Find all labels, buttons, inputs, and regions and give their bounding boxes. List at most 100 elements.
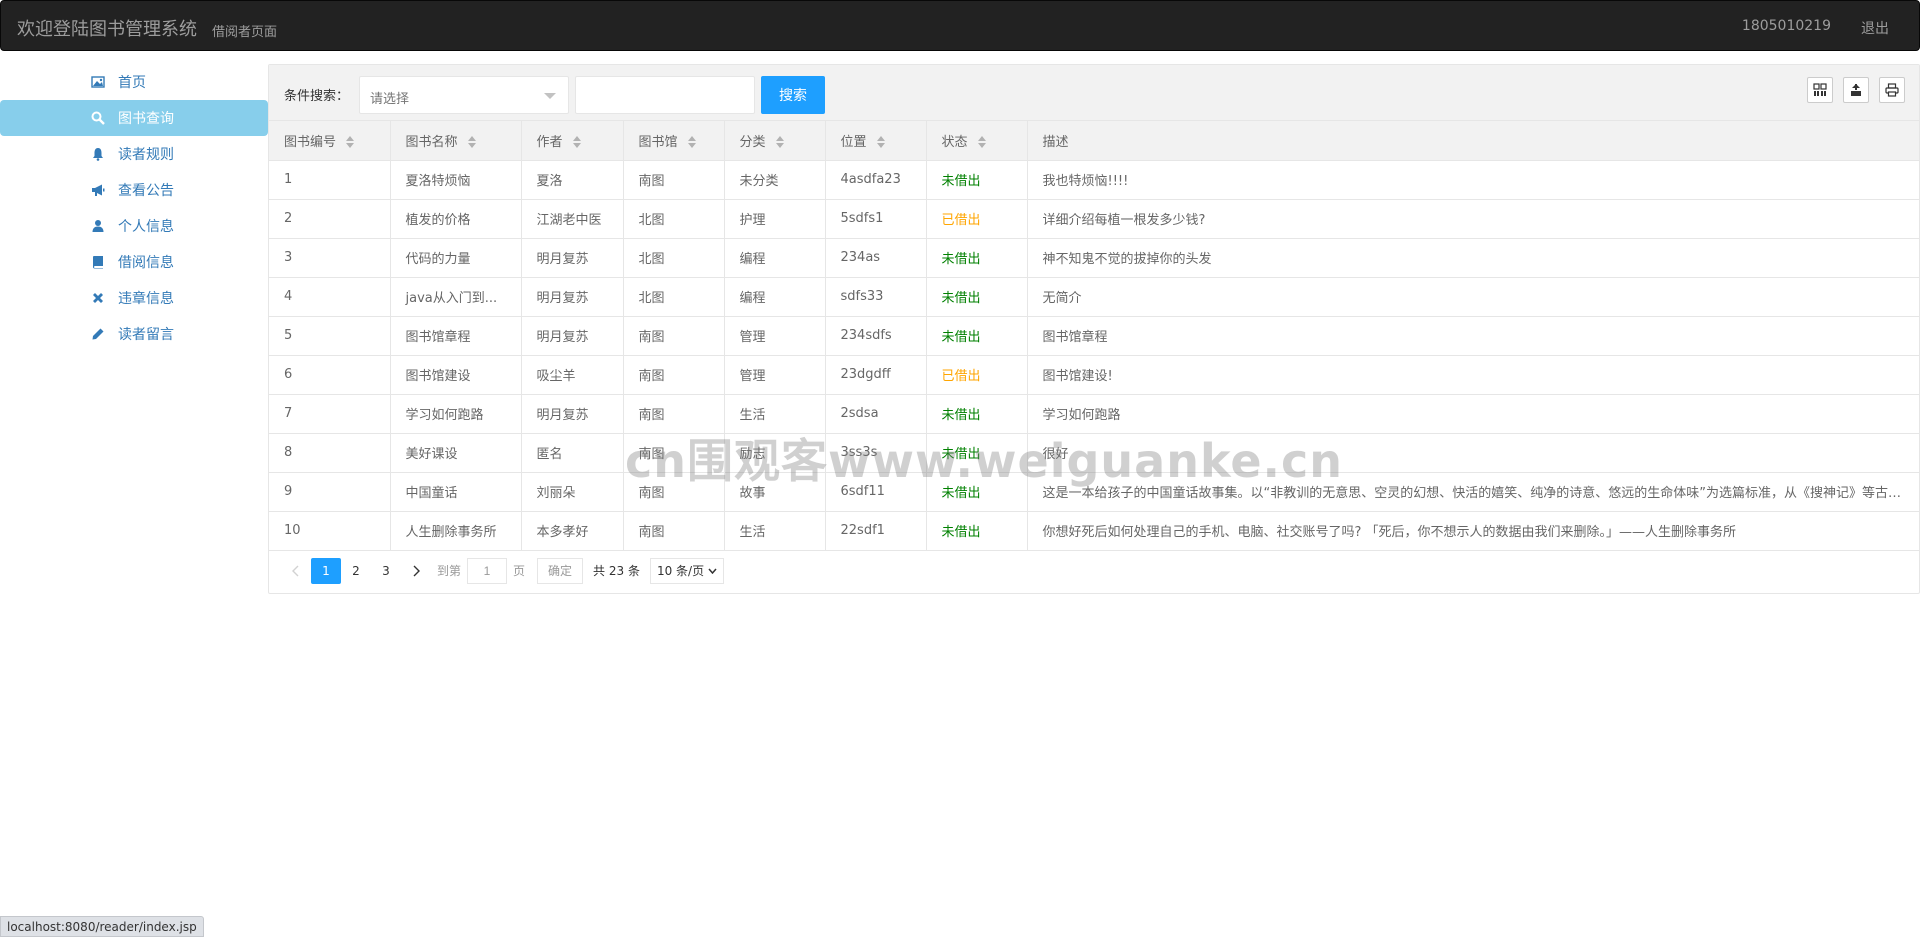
user-id[interactable]: 1805010219 <box>1742 18 1831 38</box>
page-number-button[interactable]: 3 <box>371 558 401 584</box>
page-size-select[interactable]: 10 条/页 <box>649 557 725 584</box>
table-cell: 植发的价格 <box>390 199 522 239</box>
next-page-button[interactable] <box>401 558 431 584</box>
table-row: 10 人生删除事务所 本多孝好 南图 生活 22sdf1 未借出 你想好死后如何处理自己的手机… <box>269 511 1919 551</box>
export-button[interactable] <box>1843 77 1869 103</box>
table-cell: 5 <box>269 316 391 356</box>
status-badge: 未借出 <box>926 394 1028 434</box>
sidebar-item-0[interactable]: 首页 <box>0 64 268 100</box>
sidebar-item-1[interactable]: 图书查询 <box>0 100 268 136</box>
table-row: 9 中国童话 刘丽朵 南图 故事 6sdf11 未借出 这是一本给孩子的中国童话故事集。以“非… <box>269 472 1919 512</box>
table-cell: 6 <box>269 355 391 395</box>
table-cell: 学习如何跑路 <box>390 394 522 434</box>
sidebar-item-5[interactable]: 借阅信息 <box>0 244 268 280</box>
pagination: 123 到第 页 确定 共 23 条 10 条/页 <box>269 551 1919 591</box>
table-cell: 23dgdff <box>825 355 927 395</box>
status-badge: 已借出 <box>926 199 1028 239</box>
page-number-button[interactable]: 2 <box>341 558 371 584</box>
table-cell: 代码的力量 <box>390 238 522 278</box>
pencil-icon <box>90 326 106 342</box>
search-condition-select[interactable]: 请选择 <box>359 76 569 114</box>
table-header-row: 图书编号 图书名称 作者 图书馆 分类 位置 状态 描述 <box>269 121 1919 161</box>
table-cell: 夏洛 <box>521 160 624 200</box>
columns-filter-button[interactable] <box>1807 77 1833 103</box>
logout-link[interactable]: 退出 <box>1861 18 1889 38</box>
column-header[interactable]: 分类 <box>724 121 826 161</box>
user-area: 1805010219 退出 <box>1742 18 1889 38</box>
table-row: 2 植发的价格 江湖老中医 北图 护理 5sdfs1 已借出 详细介绍每植一根发多少钱? <box>269 199 1919 239</box>
table-cell: 3ss3s <box>825 433 927 473</box>
table-row: 7 学习如何跑路 明月复苏 南图 生活 2sdsa 未借出 学习如何跑路 <box>269 394 1919 434</box>
status-badge: 未借出 <box>926 160 1028 200</box>
status-badge: 未借出 <box>926 316 1028 356</box>
table-cell: 南图 <box>623 355 725 395</box>
chevron-left-icon <box>292 565 299 576</box>
prev-page-button[interactable] <box>281 558 311 584</box>
sidebar-item-label: 读者规则 <box>118 147 174 163</box>
print-icon <box>1885 83 1899 97</box>
page-subtitle: 借阅者页面 <box>212 25 278 40</box>
table-cell: 图书馆建设 <box>390 355 522 395</box>
table-cell: 南图 <box>623 394 725 434</box>
table-cell: 明月复苏 <box>521 277 624 317</box>
column-header-label: 位置 <box>840 134 867 150</box>
sort-icon[interactable] <box>687 136 696 149</box>
column-header[interactable]: 图书名称 <box>390 121 522 161</box>
column-header[interactable]: 作者 <box>521 121 624 161</box>
total-count: 共 23 条 <box>593 564 640 578</box>
table-cell: 4asdfa23 <box>825 160 927 200</box>
table-cell: 7 <box>269 394 391 434</box>
status-badge: 未借出 <box>926 238 1028 278</box>
table-cell: 江湖老中医 <box>521 199 624 239</box>
app-title[interactable]: 欢迎登陆图书管理系统 <box>17 15 197 41</box>
table-cell: 5sdfs1 <box>825 199 927 239</box>
search-button[interactable]: 搜索 <box>761 76 825 114</box>
page-size-value: 10 条/页 <box>656 564 705 578</box>
sort-icon[interactable] <box>977 136 986 149</box>
table-cell: 明月复苏 <box>521 238 624 278</box>
search-icon <box>90 110 106 126</box>
table-cell: 4 <box>269 277 391 317</box>
sidebar-item-4[interactable]: 个人信息 <box>0 208 268 244</box>
table-cell: 夏洛特烦恼 <box>390 160 522 200</box>
column-header[interactable]: 位置 <box>825 121 927 161</box>
table-cell: 234as <box>825 238 927 278</box>
column-header[interactable]: 图书编号 <box>269 121 391 161</box>
table-cell: 图书馆建设! <box>1027 355 1919 395</box>
table-cell: 美好课设 <box>390 433 522 473</box>
bullhorn-icon <box>90 182 106 198</box>
table-cell: 很好 <box>1027 433 1919 473</box>
table-body: 1 夏洛特烦恼 夏洛 南图 未分类 4asdfa23 未借出 我也特烦恼!!!! 2 植发的价格江… <box>269 160 1919 551</box>
sort-icon[interactable] <box>775 136 784 149</box>
sidebar-item-3[interactable]: 查看公告 <box>0 172 268 208</box>
column-header[interactable]: 描述 <box>1027 121 1919 161</box>
print-button[interactable] <box>1879 77 1905 103</box>
column-header[interactable]: 状态 <box>926 121 1028 161</box>
sort-icon[interactable] <box>467 136 476 149</box>
goto-page-input[interactable] <box>467 557 508 584</box>
column-header[interactable]: 图书馆 <box>623 121 725 161</box>
table-cell: 南图 <box>623 433 725 473</box>
search-toolbar: 条件搜索： 请选择 搜索 <box>269 65 1919 121</box>
table-cell: java从入门到... <box>390 277 522 317</box>
table-cell: 6sdf11 <box>825 472 927 512</box>
page-number-button[interactable]: 1 <box>311 557 341 584</box>
sort-icon[interactable] <box>346 136 355 149</box>
table-cell: 南图 <box>623 511 725 551</box>
goto-confirm-button[interactable]: 确定 <box>537 557 584 584</box>
table-row: 4 java从入门到... 明月复苏 北图 编程 sdfs33 未借出 无简介 <box>269 277 1919 317</box>
export-icon <box>1851 84 1861 96</box>
table-cell: 8 <box>269 433 391 473</box>
table-cell: 3 <box>269 238 391 278</box>
status-badge: 已借出 <box>926 355 1028 395</box>
sidebar-item-6[interactable]: 违章信息 <box>0 280 268 316</box>
table-cell: 南图 <box>623 316 725 356</box>
sort-icon[interactable] <box>572 136 581 149</box>
search-input[interactable] <box>575 76 755 114</box>
sidebar-item-2[interactable]: 读者规则 <box>0 136 268 172</box>
chevron-down-icon <box>708 568 717 574</box>
sort-icon[interactable] <box>876 136 885 149</box>
table-cell: 9 <box>269 472 391 512</box>
sidebar-item-7[interactable]: 读者留言 <box>0 316 268 352</box>
table-cell: 学习如何跑路 <box>1027 394 1919 434</box>
